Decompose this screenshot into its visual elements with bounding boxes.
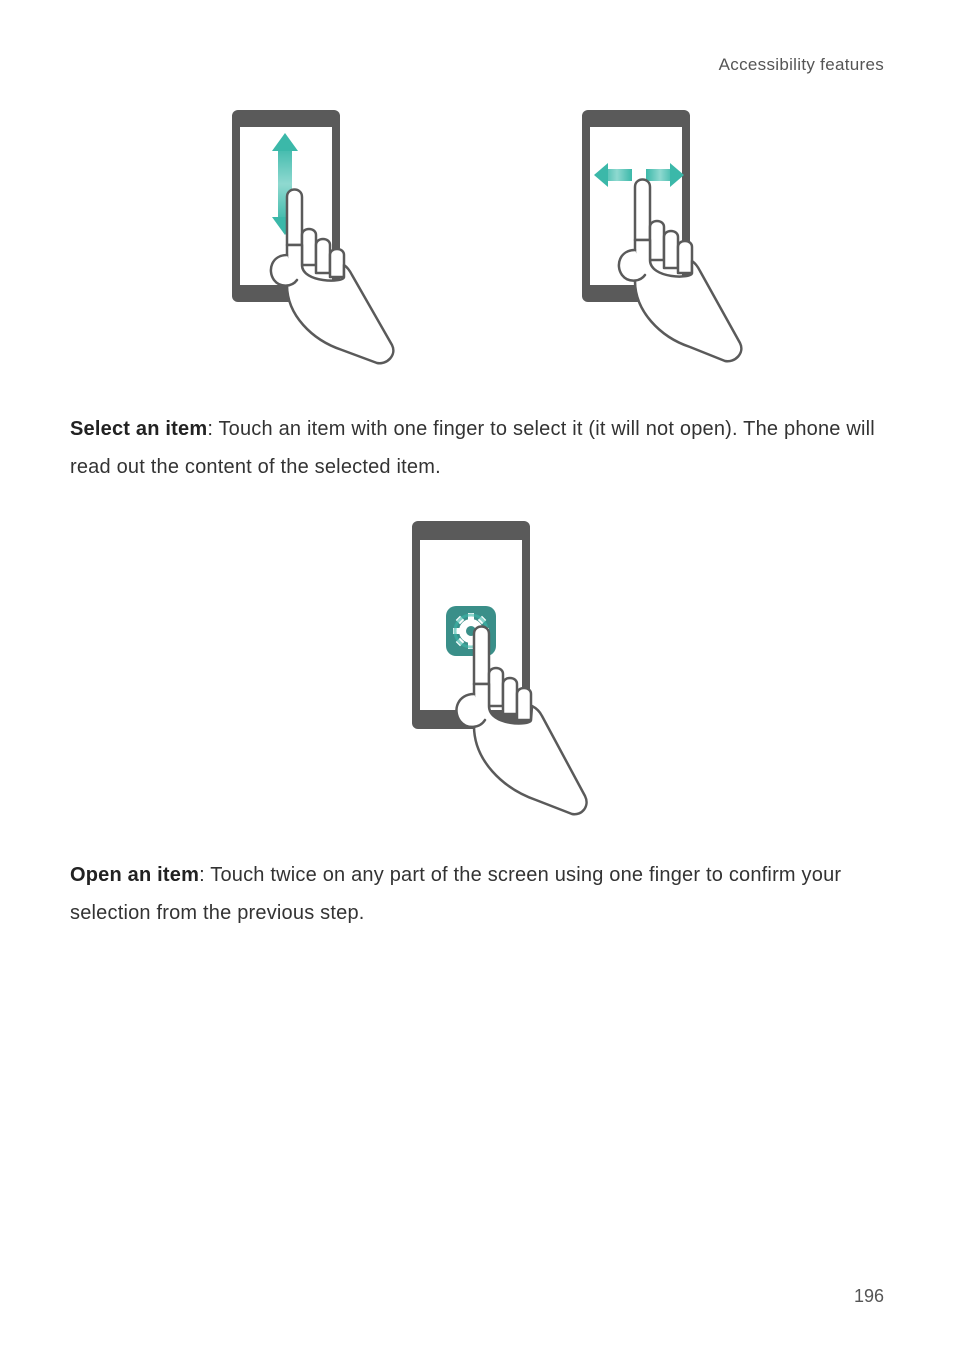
paragraph-open-item: Open an item: Touch twice on any part of… (70, 856, 884, 932)
swipe-horizontal-illustration (552, 105, 752, 370)
document-page: Accessibility features (0, 0, 954, 1352)
swipe-vertical-illustration (202, 105, 402, 370)
open-item-label: Open an item (70, 864, 199, 886)
figure-tap-select (70, 516, 884, 816)
figure-row-swipes (70, 105, 884, 370)
paragraph-select-item: Select an item: Touch an item with one f… (70, 410, 884, 486)
page-number: 196 (854, 1286, 884, 1307)
select-item-label: Select an item (70, 418, 207, 440)
section-header: Accessibility features (70, 55, 884, 75)
